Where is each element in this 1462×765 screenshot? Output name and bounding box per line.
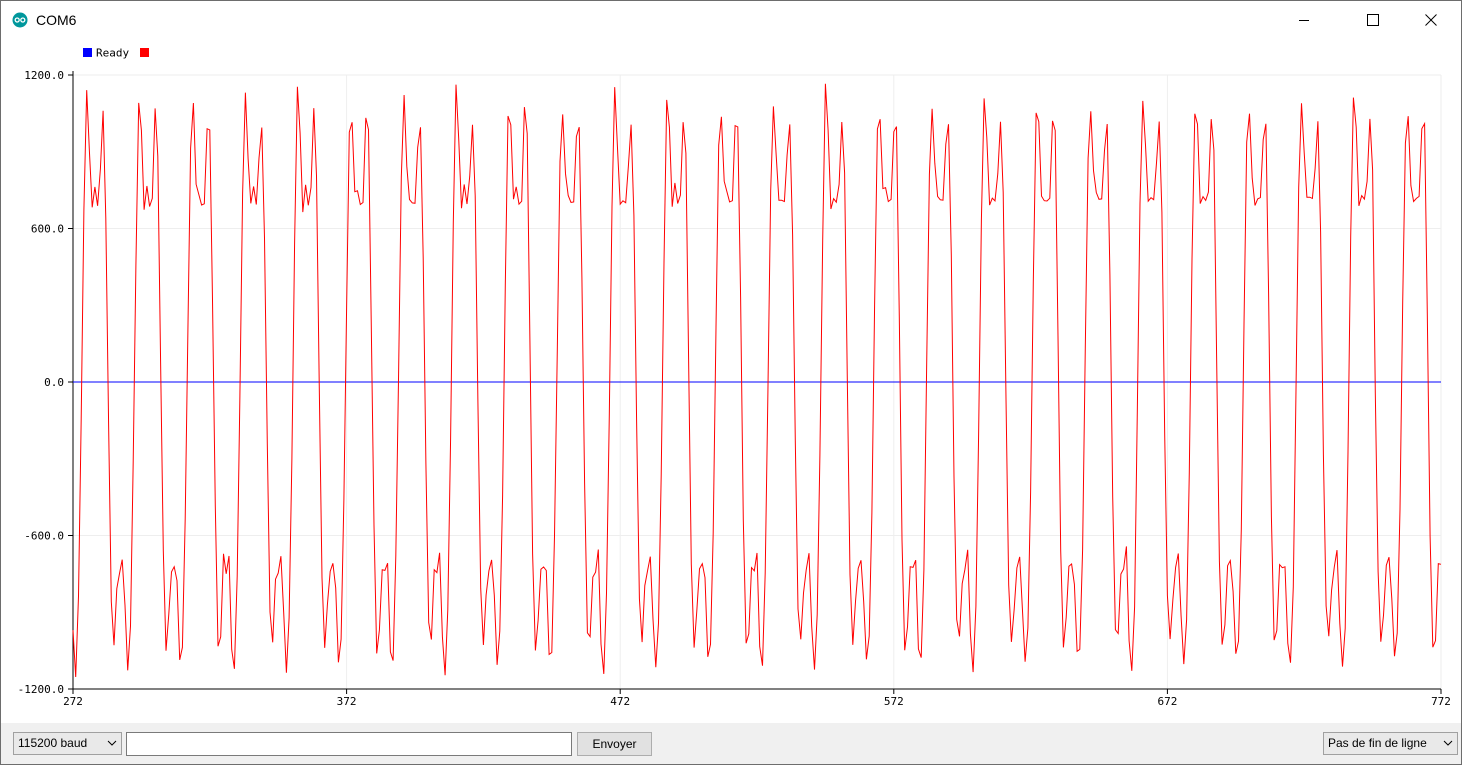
close-icon <box>1425 14 1437 26</box>
legend-label: Ready <box>96 47 129 60</box>
y-tick-label: 0.0 <box>44 376 64 389</box>
baud-rate-select[interactable]: 115200 baud <box>13 732 122 755</box>
close-button[interactable] <box>1408 1 1454 39</box>
minimize-icon <box>1299 20 1309 21</box>
legend-swatch-blue <box>83 48 92 57</box>
x-tick-label: 472 <box>610 695 630 708</box>
y-tick-label: -1200.0 <box>18 683 64 696</box>
x-tick-label: 572 <box>884 695 904 708</box>
x-tick-label: 772 <box>1431 695 1451 708</box>
x-tick-label: 372 <box>337 695 357 708</box>
chevron-down-icon <box>1443 740 1453 746</box>
send-text-input[interactable] <box>126 732 572 756</box>
bottom-toolbar: 115200 baud Envoyer Pas de fin de ligne <box>1 723 1461 764</box>
send-button[interactable]: Envoyer <box>577 732 652 756</box>
x-tick-label: 672 <box>1157 695 1177 708</box>
chevron-down-icon <box>107 740 117 746</box>
minimize-button[interactable] <box>1281 1 1327 39</box>
legend: Ready <box>83 47 149 60</box>
legend-swatch-red <box>140 48 149 57</box>
maximize-icon <box>1367 14 1379 26</box>
x-tick-label: 272 <box>63 695 83 708</box>
line-ending-select[interactable]: Pas de fin de ligne <box>1323 732 1458 755</box>
series-line-red <box>72 83 1442 678</box>
y-tick-label: 600.0 <box>31 223 64 236</box>
serial-plot-chart: 1200.0 600.0 0.0 -600.0 -1200.0272 372 472 572 6… <box>18 47 1451 709</box>
arduino-icon <box>12 12 28 28</box>
y-tick-label: 1200.0 <box>24 69 64 82</box>
baud-rate-value: 115200 baud <box>18 736 88 750</box>
y-tick-label: -600.0 <box>24 530 64 543</box>
title-bar[interactable]: COM6 <box>1 1 1461 39</box>
axes: 1200.0 600.0 0.0 -600.0 -1200.0272 372 472 572 6… <box>18 69 1451 708</box>
line-ending-value: Pas de fin de ligne <box>1328 736 1427 750</box>
window-title: COM6 <box>36 12 77 28</box>
plot-area: 1200.0 600.0 0.0 -600.0 -1200.0 272 372 472 572 6… <box>1 39 1461 721</box>
serial-plotter-window: COM6 1200.0 600.0 0.0 -600.0 -1200.0 272 372 47… <box>0 0 1462 765</box>
series-lines <box>72 83 1442 678</box>
maximize-button[interactable] <box>1350 1 1396 39</box>
